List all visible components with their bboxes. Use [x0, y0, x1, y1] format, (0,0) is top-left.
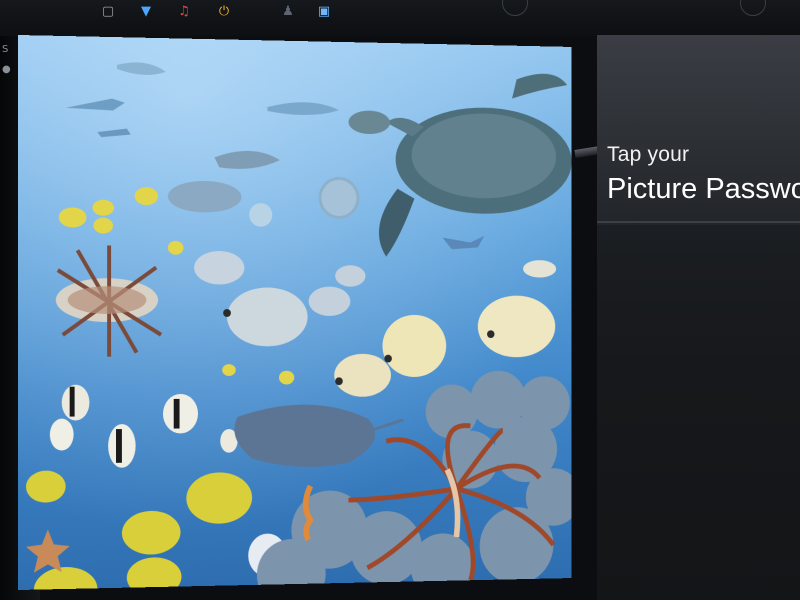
options-circle-button[interactable] [740, 0, 766, 16]
jellyfish-icon [249, 203, 273, 227]
lock-icon[interactable]: ▣ [316, 4, 332, 20]
butterflyfish-icon [523, 260, 557, 278]
window-icon[interactable]: ▢ [100, 4, 116, 20]
butterflyfish-icon [477, 295, 556, 358]
picture-password-image[interactable] [18, 35, 572, 590]
wifi-icon[interactable]: ▼ [138, 4, 154, 20]
nautilus-icon [320, 178, 358, 217]
power-icon[interactable]: ⏻ [216, 4, 232, 20]
prompt-line-2: Picture Passwo [607, 173, 800, 205]
ease-of-access-icon[interactable]: ♟ [280, 4, 296, 20]
butterflyfish-icon [382, 314, 447, 378]
butterflyfish-icon [334, 353, 391, 397]
prompt-line-1: Tap your [607, 143, 690, 166]
butterflyfish-icon [335, 265, 366, 287]
butterflyfish-icon [227, 287, 308, 347]
butterflyfish-icon [308, 286, 351, 316]
reef-illustration [18, 35, 572, 590]
login-panel: Tap your Picture Passwo [597, 35, 800, 600]
butterflyfish-icon [194, 250, 245, 285]
bezel-dot-icon: ● [2, 64, 11, 75]
bezel-glyph: S [2, 44, 9, 55]
top-bar: ▢ ▼ ♫ ⏻ ♟ ▣ [0, 0, 800, 36]
panel-divider [597, 221, 800, 223]
accessibility-icon[interactable]: ♫ [176, 4, 192, 20]
back-circle-button[interactable] [502, 0, 528, 16]
